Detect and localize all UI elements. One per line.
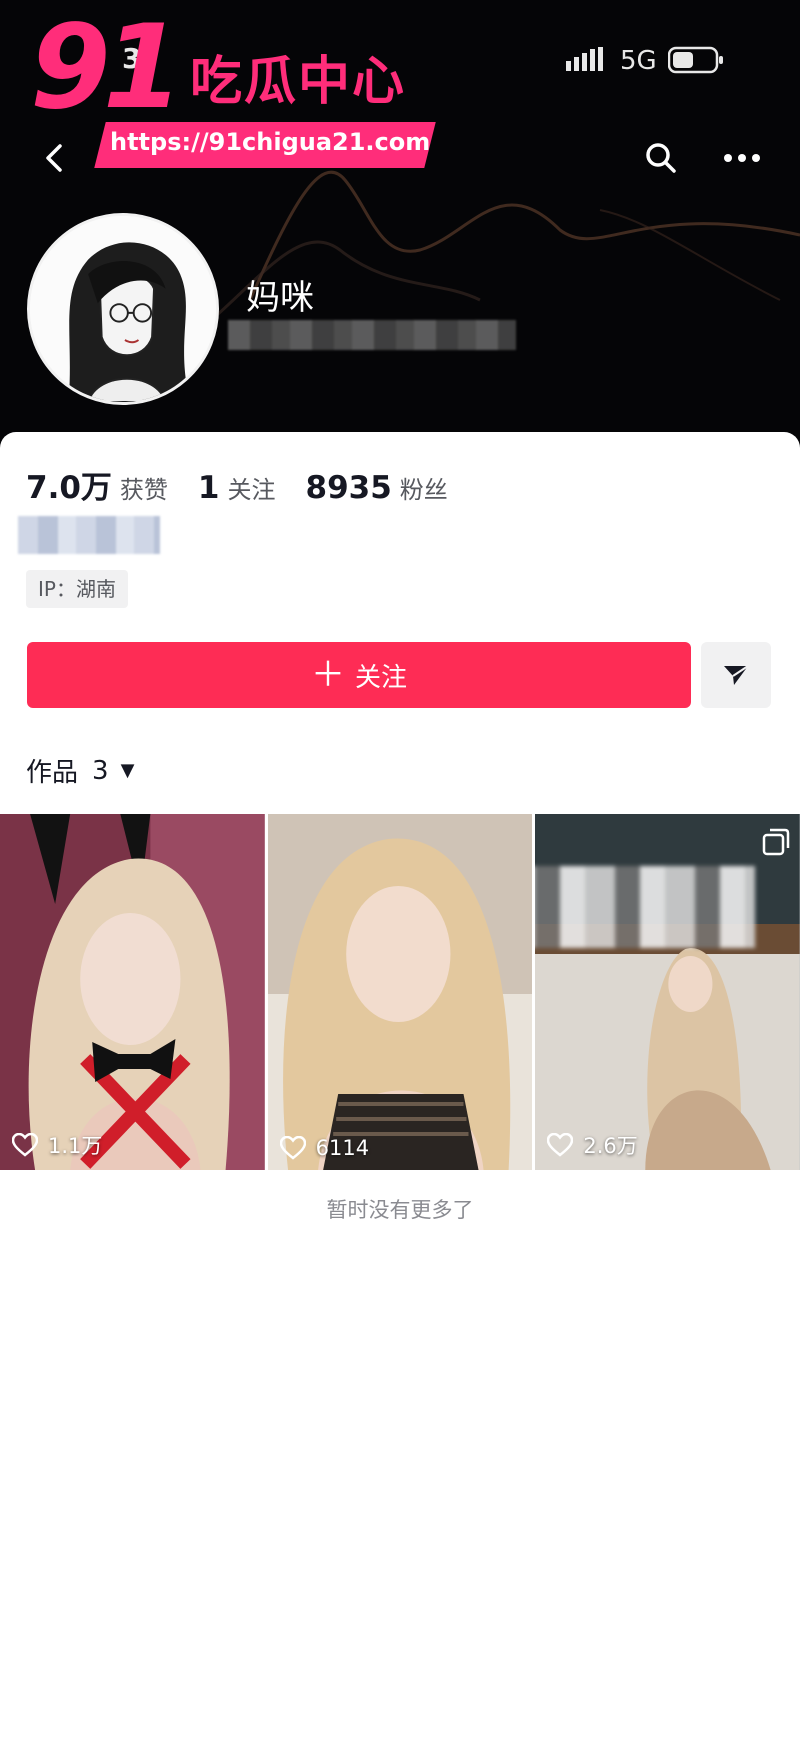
end-of-list-text: 暂时没有更多了 xyxy=(326,1198,474,1222)
like-count: 1.1万 xyxy=(12,1130,102,1160)
watermark-brand: 吃瓜中心 xyxy=(190,52,407,112)
works-count: 3 xyxy=(92,755,109,786)
stat-value: 8935 xyxy=(305,470,392,506)
like-count: 2.6万 xyxy=(547,1130,638,1160)
works-tab[interactable]: 作品 3 ▼ xyxy=(26,752,134,789)
profile-nickname: 妈咪 xyxy=(246,278,314,318)
stat-value: 1 xyxy=(197,470,220,506)
profile-card: 7.0万 获赞 1 关注 8935 粉丝 IP：湖南 ＋ 关注 作品 3 ▼ 1… xyxy=(0,432,800,1747)
work-thumbnail[interactable]: 1.1万 xyxy=(0,814,265,1170)
follow-button[interactable]: ＋ 关注 xyxy=(27,642,691,708)
heart-icon xyxy=(12,1133,38,1157)
back-button[interactable] xyxy=(38,140,74,176)
stat-label: 获赞 xyxy=(119,476,168,504)
share-button[interactable] xyxy=(701,642,771,708)
profile-header: 3: 5G 91 吃瓜中心 https://91chigua21.com 妈咪 xyxy=(0,0,800,450)
follow-label: 关注 xyxy=(354,662,407,693)
heart-icon xyxy=(547,1133,574,1157)
caret-down-icon: ▼ xyxy=(120,760,135,781)
stat-likes[interactable]: 7.0万 获赞 xyxy=(26,462,168,507)
battery-icon xyxy=(668,46,723,74)
like-count-value: 2.6万 xyxy=(583,1134,638,1158)
signal-icon xyxy=(566,47,603,71)
works-tab-label: 作品 xyxy=(26,758,79,788)
work-thumbnail[interactable]: 2.6万 xyxy=(535,814,800,1170)
avatar[interactable] xyxy=(27,213,219,405)
account-id-redacted xyxy=(228,320,516,350)
heart-icon xyxy=(279,1136,306,1160)
stat-label: 关注 xyxy=(227,476,276,504)
watermark-number: 91 xyxy=(30,0,183,135)
more-button[interactable] xyxy=(722,144,762,172)
plus-icon: ＋ xyxy=(310,655,345,695)
mosaic-redaction xyxy=(535,866,756,948)
bio-redacted xyxy=(18,516,160,554)
avatar-illustration xyxy=(30,216,216,402)
network-type: 5G xyxy=(620,46,657,76)
thumbnail-photo xyxy=(0,814,265,1170)
thumbnail-photo xyxy=(267,814,533,1170)
like-count-value: 6114 xyxy=(315,1136,370,1160)
profile-stats: 7.0万 获赞 1 关注 8935 粉丝 xyxy=(26,462,478,506)
watermark-logo: 91 吃瓜中心 https://91chigua21.com xyxy=(30,0,436,168)
stat-value: 7.0万 xyxy=(26,470,112,506)
stat-followers[interactable]: 8935 粉丝 xyxy=(306,470,448,506)
stat-label: 粉丝 xyxy=(399,476,448,504)
stat-following[interactable]: 1 关注 xyxy=(198,470,276,506)
like-count-value: 1.1万 xyxy=(48,1134,103,1158)
like-count: 6114 xyxy=(279,1136,370,1160)
work-thumbnail[interactable]: 6114 xyxy=(267,814,533,1170)
send-icon xyxy=(724,665,749,685)
multi-image-icon xyxy=(762,828,790,856)
works-grid: 1.1万 6114 2.6万 xyxy=(0,814,800,1170)
search-button[interactable] xyxy=(643,140,679,176)
ip-location-tag: IP：湖南 xyxy=(26,570,128,608)
watermark-url: https://91chigua21.com xyxy=(110,128,431,156)
